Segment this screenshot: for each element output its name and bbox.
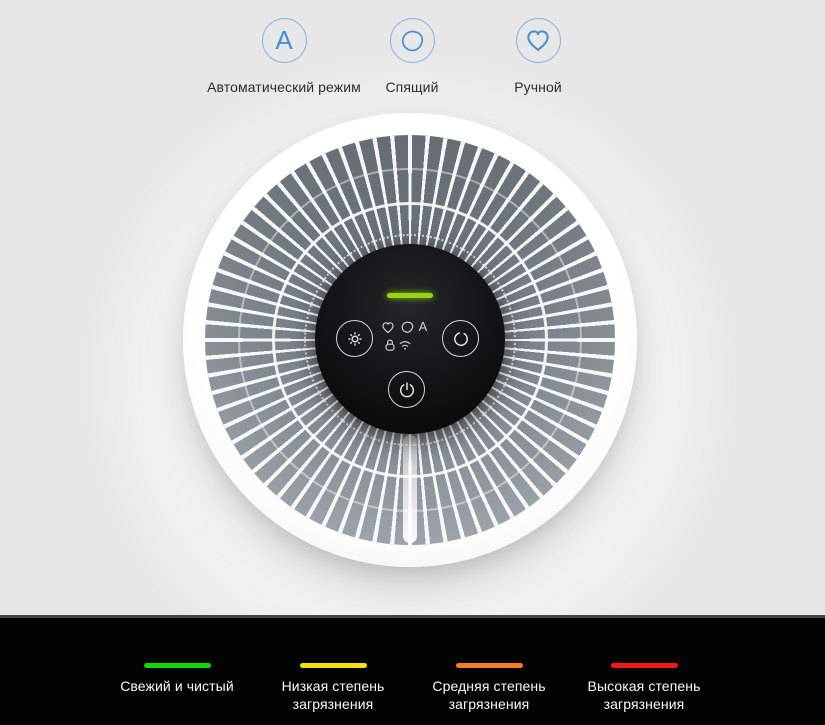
air-purifier-top-view: A (183, 113, 637, 567)
status-led-bar (387, 293, 433, 298)
power-button (388, 371, 425, 408)
product-stage: A Автоматический режим Спящий (0, 0, 825, 615)
sleep-mode-button[interactable] (390, 18, 435, 63)
fan-speed-button (442, 320, 479, 357)
legend-item-clean: Свежий и чистый (92, 663, 262, 695)
control-panel: A (315, 244, 505, 434)
fan-speed-ring-icon (450, 328, 472, 350)
grille-bottom-strut (403, 435, 417, 543)
air-quality-legend: Свежий и чистый Низкая степень загрязнен… (0, 615, 825, 725)
legend-label: Свежий и чистый (92, 677, 262, 695)
auto-mode-button[interactable]: A (262, 18, 307, 63)
orange-indicator-line (456, 663, 523, 668)
panel-heart-icon (380, 319, 396, 335)
legend-label: Средняя степень загрязнения (404, 677, 574, 713)
yellow-indicator-line (300, 663, 367, 668)
legend-label: Высокая степень загрязнения (559, 677, 729, 713)
red-indicator-line (611, 663, 678, 668)
legend-label: Низкая степень загрязнения (248, 677, 418, 713)
mode-item-manual: Ручной (458, 18, 618, 96)
heart-icon (521, 24, 555, 58)
legend-item-high: Высокая степень загрязнения (559, 663, 729, 713)
legend-item-low: Низкая степень загрязнения (248, 663, 418, 713)
legend-item-medium: Средняя степень загрязнения (404, 663, 574, 713)
sun-brightness-icon (344, 328, 366, 350)
power-icon (396, 379, 418, 401)
manual-mode-button[interactable] (516, 18, 561, 63)
wifi-icon (397, 337, 413, 353)
moon-icon (395, 24, 429, 58)
mode-label-manual: Ручной (458, 78, 618, 96)
panel-letter-a-icon: A (416, 319, 430, 335)
air-purifier-screen: A Автоматический режим Спящий (0, 0, 825, 725)
panel-moon-icon (399, 319, 415, 335)
letter-a-icon: A (275, 27, 292, 53)
child-lock-icon (382, 337, 398, 353)
brightness-button (336, 320, 373, 357)
green-indicator-line (144, 663, 211, 668)
